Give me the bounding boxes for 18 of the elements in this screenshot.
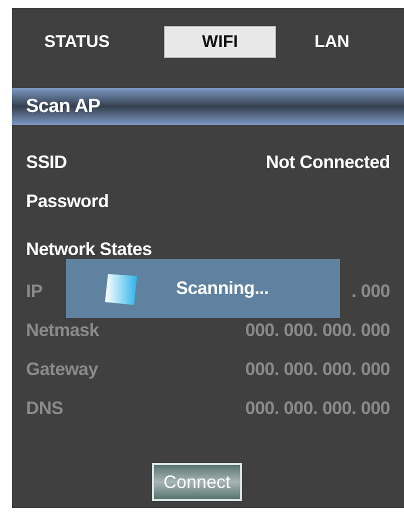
field-label: SSID: [26, 152, 67, 173]
section-title: Network States: [26, 239, 152, 260]
field-value: 000. 000. 000. 000: [245, 398, 390, 419]
field-value: Not Connected: [266, 152, 390, 173]
tab[interactable]: STATUS: [28, 26, 126, 58]
field-value: 000. 000. 000. 000: [245, 359, 390, 380]
tab[interactable]: WIFI: [164, 26, 276, 58]
field-value: 000. 000. 000. 000: [245, 320, 390, 341]
section-header: Scan AP: [12, 88, 404, 125]
scanning-message: Scanning...: [176, 278, 269, 299]
field-label: IP: [26, 281, 42, 302]
scanning-icon: [104, 272, 138, 306]
field-value: . 000: [351, 281, 390, 302]
field-label: DNS: [26, 398, 64, 419]
field-label: Gateway: [26, 359, 98, 380]
field-label: Password: [26, 191, 109, 212]
field-label: Netmask: [26, 320, 99, 341]
tab[interactable]: LAN: [302, 26, 362, 58]
